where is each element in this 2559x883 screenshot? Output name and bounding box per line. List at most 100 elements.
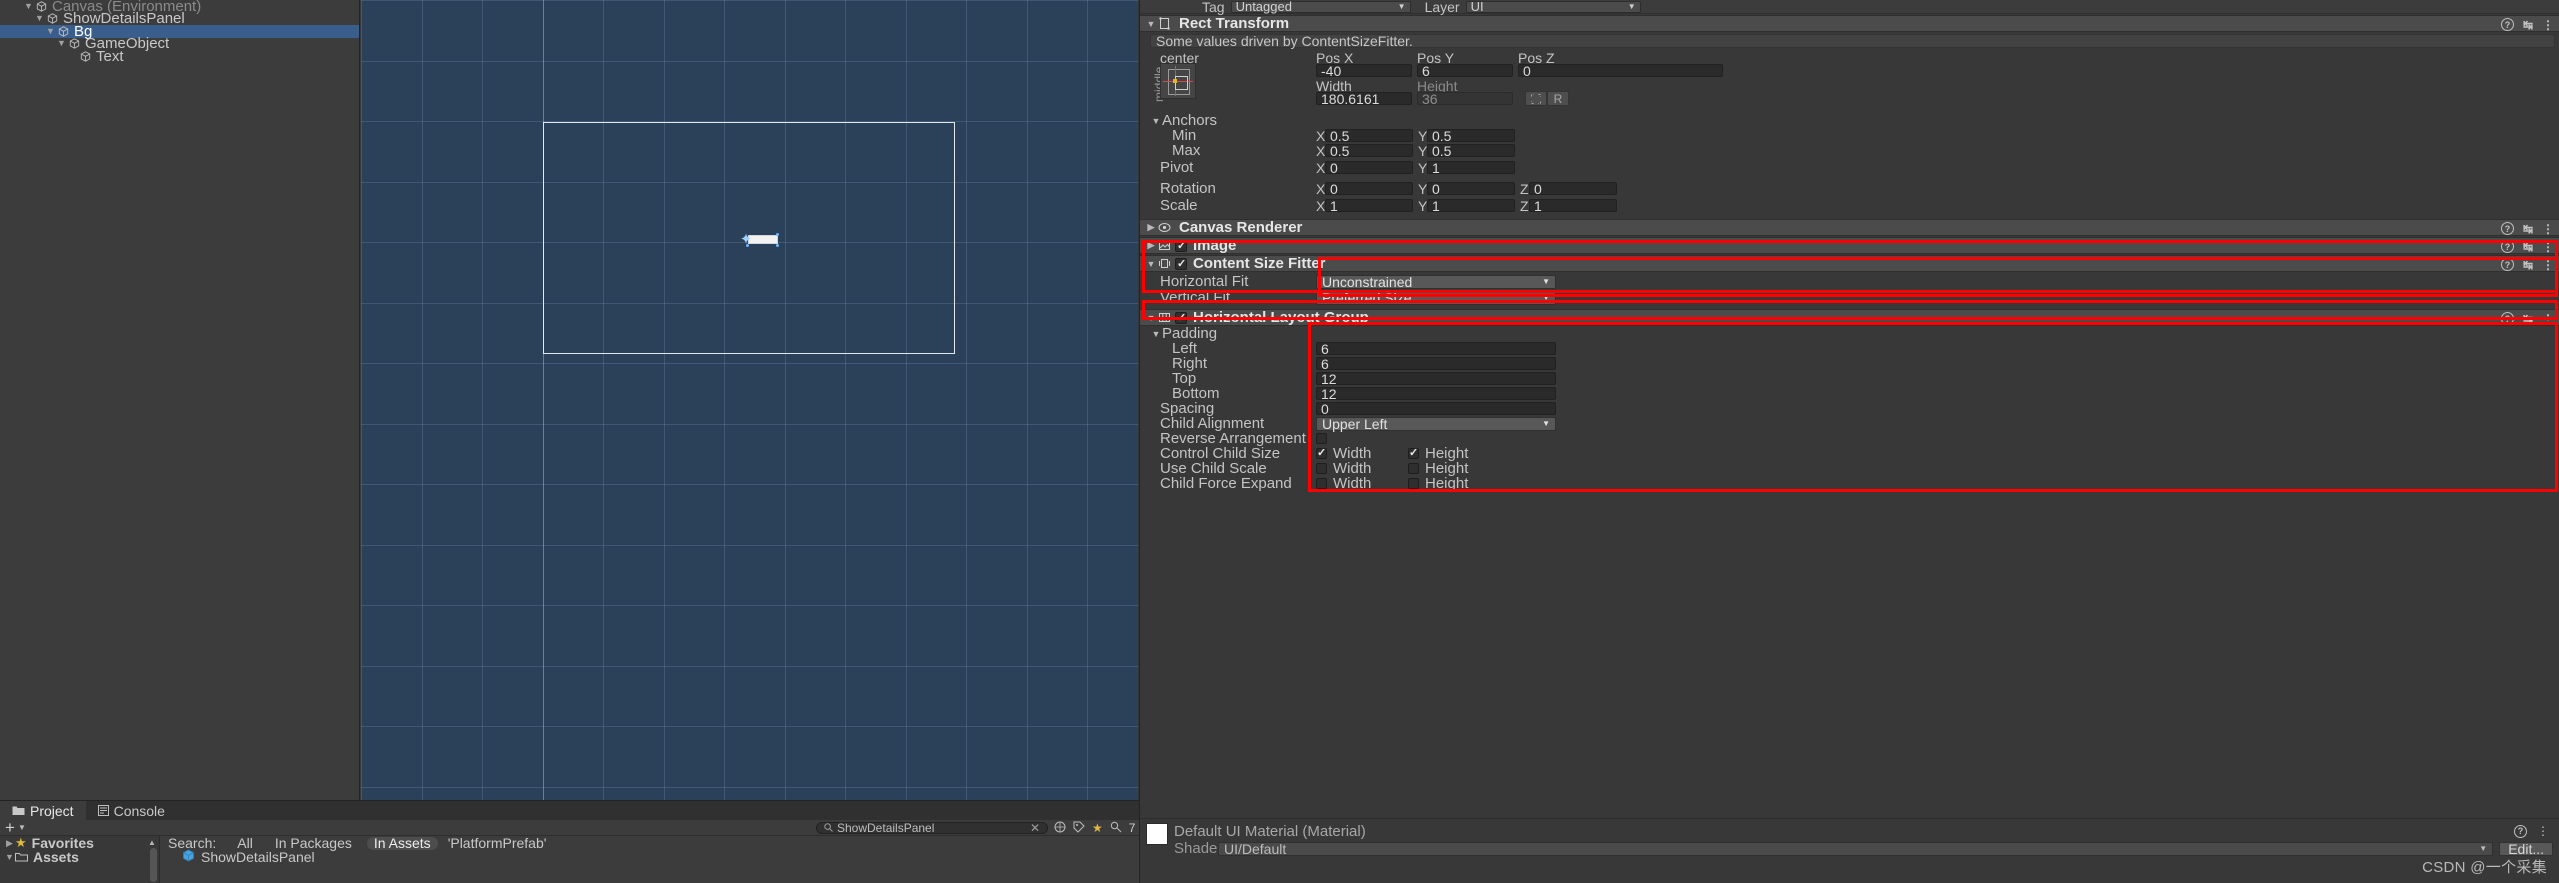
pos-z-input[interactable]: 0 <box>1518 63 1723 79</box>
scroll-up-arrow[interactable]: ▲ <box>148 838 156 847</box>
chevron-right-icon[interactable]: ▶ <box>4 838 15 849</box>
chevron-down-icon[interactable]: ▼ <box>4 852 15 863</box>
chevron-right-icon[interactable]: ▶ <box>1145 240 1157 251</box>
search-filter-in-assets[interactable]: In Assets <box>366 835 438 851</box>
search-result-row[interactable]: ShowDetailsPanel <box>160 849 1139 865</box>
vertical-fit-row[interactable]: Vertical Fit Preferred Size ▼ <box>1140 289 2559 306</box>
chevron-down-icon[interactable]: ▼ <box>1145 19 1157 29</box>
selected-ui-element-gizmo[interactable]: ✦ <box>738 232 780 248</box>
preset-icon[interactable]: ↹ <box>2523 223 2533 235</box>
component-actions[interactable]: ? ↹ ⋮ <box>2500 256 2554 273</box>
search-filter-in-packages[interactable]: In Packages <box>268 835 359 851</box>
vertical-fit-dropdown[interactable]: Preferred Size ▼ <box>1316 290 1556 306</box>
tab-project[interactable]: Project <box>0 801 86 820</box>
horizontal-fit-dropdown[interactable]: Unconstrained ▼ <box>1316 274 1556 290</box>
preset-icon[interactable]: ↹ <box>2523 19 2533 31</box>
width-input[interactable]: 180.6161 <box>1316 91 1412 107</box>
chevron-down-icon[interactable]: ▼ <box>18 823 26 832</box>
project-tree-item-favorites[interactable]: ▶ ★ Favorites <box>0 835 159 851</box>
anchor-min-y-input[interactable]: 0.5 <box>1427 128 1515 144</box>
pivot-y-input[interactable]: 1 <box>1427 160 1515 176</box>
more-menu-icon[interactable]: ⋮ <box>2542 313 2554 325</box>
spacing-row[interactable]: Spacing 0 <box>1140 400 2559 417</box>
project-tabbar[interactable]: Project Console <box>0 801 1139 820</box>
child-force-expand-row[interactable]: Child Force Expand Width Height <box>1140 475 2559 492</box>
pos-x-input[interactable]: -40 <box>1316 63 1412 79</box>
chevron-down-icon[interactable]: ▼ <box>1145 259 1157 269</box>
chevron-down-icon[interactable]: ▼ <box>56 38 67 49</box>
hierarchy-item-gameobject[interactable]: ▼ GameObject <box>0 36 359 51</box>
help-icon[interactable]: ? <box>2500 18 2514 31</box>
search-by-type-icon[interactable] <box>1054 818 1066 838</box>
chevron-down-icon[interactable]: ▼ <box>23 1 34 12</box>
project-tree[interactable]: ▶ ★ Favorites ▼ Assets ▲ <box>0 835 160 883</box>
chevron-down-icon[interactable]: ▼ <box>1150 116 1162 126</box>
reverse-arrangement-row[interactable]: Reverse Arrangement <box>1140 430 2559 447</box>
content-size-fitter-enabled-checkbox[interactable] <box>1175 257 1187 270</box>
padding-bottom-input[interactable]: 12 <box>1316 386 1556 402</box>
component-actions[interactable]: ? ↹ ⋮ <box>2500 310 2554 327</box>
more-menu-icon[interactable]: ⋮ <box>2542 223 2554 235</box>
control-child-size-width-checkbox[interactable] <box>1316 446 1327 459</box>
hierarchy-item-showdetailspanel[interactable]: ▼ ShowDetailsPanel <box>0 11 359 26</box>
use-child-scale-height-checkbox[interactable] <box>1408 463 1419 474</box>
use-child-scale-row[interactable]: Use Child Scale Width Height <box>1140 460 2559 477</box>
scale-z-input[interactable]: 1 <box>1529 198 1617 214</box>
scale-x-input[interactable]: 1 <box>1325 198 1413 214</box>
chevron-down-icon[interactable]: ▼ <box>1145 313 1157 323</box>
rotation-row[interactable]: Rotation X 0 Y 0 Z 0 <box>1140 180 2559 197</box>
project-body[interactable]: ▶ ★ Favorites ▼ Assets ▲ Search: All In … <box>0 835 1139 883</box>
control-child-size-row[interactable]: Control Child Size Width Height <box>1140 445 2559 462</box>
child-force-expand-width-checkbox[interactable] <box>1316 478 1327 489</box>
preset-icon[interactable]: ↹ <box>2523 241 2533 253</box>
padding-left-input[interactable]: 6 <box>1316 341 1556 357</box>
padding-right-input[interactable]: 6 <box>1316 356 1556 372</box>
scale-row[interactable]: Scale X 1 Y 1 Z 1 <box>1140 197 2559 214</box>
edit-shader-button[interactable]: Edit... <box>2499 841 2553 857</box>
chevron-down-icon[interactable]: ▼ <box>1150 329 1162 339</box>
project-search-input[interactable]: ShowDetailsPanel ✕ <box>816 821 1048 835</box>
use-child-scale-width-checkbox[interactable] <box>1316 463 1327 474</box>
scale-y-input[interactable]: 1 <box>1427 198 1515 214</box>
control-child-size-height-checkbox[interactable] <box>1408 446 1419 459</box>
anchor-min-row[interactable]: Min X 0.5 Y 0.5 <box>1140 127 2559 144</box>
blueprint-mode-button[interactable] <box>1525 91 1547 106</box>
save-search-icon[interactable] <box>1110 818 1122 838</box>
anchor-max-x-input[interactable]: 0.5 <box>1325 143 1413 159</box>
padding-left-row[interactable]: Left 6 <box>1140 340 2559 357</box>
raw-edit-mode-button[interactable]: R <box>1547 91 1569 106</box>
help-icon[interactable]: ? <box>2500 258 2514 271</box>
component-header-rect-transform[interactable]: ▼ Rect Transform ? ↹ ⋮ <box>1140 15 2559 32</box>
clear-search-icon[interactable]: ✕ <box>1030 821 1040 835</box>
anchor-min-x-input[interactable]: 0.5 <box>1325 128 1413 144</box>
search-by-label-icon[interactable] <box>1073 818 1085 838</box>
project-tree-item-assets[interactable]: ▼ Assets <box>0 849 159 865</box>
scene-view[interactable]: ✦ <box>361 0 1138 800</box>
component-header-image[interactable]: ▶ Image ? ↹ ⋮ <box>1140 237 2559 254</box>
component-header-canvas-renderer[interactable]: ▶ Canvas Renderer ? ↹ ⋮ <box>1140 219 2559 236</box>
project-panel[interactable]: Project Console + ▼ ShowDetailsPanel ✕ ★… <box>0 800 1139 883</box>
more-menu-icon[interactable]: ⋮ <box>2542 19 2554 31</box>
tab-console[interactable]: Console <box>86 801 177 820</box>
tag-layer-row[interactable]: Tag Untagged ▼ Layer UI ▼ <box>1140 0 2559 15</box>
component-header-content-size-fitter[interactable]: ▼ Content Size Fitter ? ↹ ⋮ <box>1140 255 2559 272</box>
horizontal-layout-group-enabled-checkbox[interactable] <box>1175 311 1187 324</box>
project-toolbar[interactable]: + ▼ ShowDetailsPanel ✕ ★ 7 <box>0 818 1139 838</box>
padding-top-input[interactable]: 12 <box>1316 371 1556 387</box>
anchor-max-row[interactable]: Max X 0.5 Y 0.5 <box>1140 142 2559 159</box>
help-icon[interactable]: ? <box>2500 222 2514 235</box>
anchor-max-y-input[interactable]: 0.5 <box>1427 143 1515 159</box>
spacing-input[interactable]: 0 <box>1316 401 1556 417</box>
component-actions[interactable]: ? ↹ ⋮ <box>2500 16 2554 33</box>
rotation-z-input[interactable]: 0 <box>1529 181 1617 197</box>
help-icon[interactable]: ? <box>2500 240 2514 253</box>
component-actions[interactable]: ? ↹ ⋮ <box>2500 238 2554 255</box>
help-icon[interactable]: ? <box>2514 824 2527 838</box>
chevron-down-icon[interactable]: ▼ <box>34 13 45 24</box>
reverse-arrangement-checkbox[interactable] <box>1316 433 1327 444</box>
hierarchy-item-bg[interactable]: ▼ Bg <box>0 24 359 39</box>
chevron-down-icon[interactable]: ▼ <box>45 26 56 37</box>
search-filter-all[interactable]: All <box>230 835 260 851</box>
help-icon[interactable]: ? <box>2500 312 2514 325</box>
project-tree-scrollbar[interactable] <box>150 848 157 882</box>
